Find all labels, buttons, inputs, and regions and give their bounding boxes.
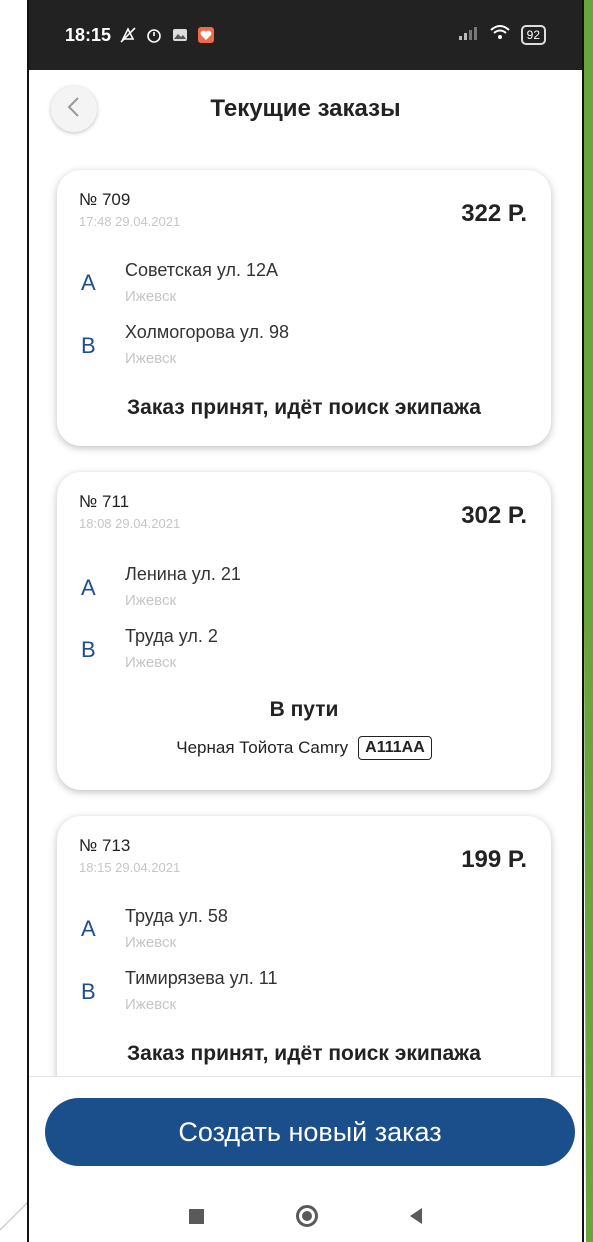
phone-screen: 18:15 92 Текущие заказы № 709 17:48 29.0… <box>27 0 584 1242</box>
pickup-street: Труда ул. 58 <box>125 906 228 926</box>
order-status: Заказ принят, идёт поиск экипажа <box>127 396 481 419</box>
page-title: Текущие заказы <box>210 95 401 122</box>
point-b-marker: B <box>81 637 96 662</box>
recent-apps-icon[interactable] <box>189 1208 204 1224</box>
pickup-city: Ижевск <box>125 934 177 951</box>
point-b-marker: B <box>81 333 96 358</box>
order-price: 302 Р. <box>461 502 527 529</box>
chevron-left-icon <box>65 96 83 123</box>
dropoff-street: Труда ул. 2 <box>125 626 218 646</box>
dropoff-city: Ижевск <box>125 996 177 1013</box>
order-datetime: 18:08 29.04.2021 <box>79 516 181 531</box>
car-description: Черная Тойота Camry <box>176 738 349 757</box>
pickup-city: Ижевск <box>125 288 177 305</box>
order-card[interactable]: № 711 18:08 29.04.2021 302 Р. A Ленина у… <box>57 472 551 790</box>
point-a-marker: A <box>81 270 96 295</box>
order-card[interactable]: № 713 18:15 29.04.2021 199 Р. A Труда ул… <box>57 816 551 1116</box>
status-bar: 18:15 92 <box>29 0 582 70</box>
signal-icon <box>457 25 479 46</box>
alarm-icon <box>145 26 163 44</box>
order-card[interactable]: № 709 17:48 29.04.2021 322 Р. A Советска… <box>57 170 551 446</box>
point-b-marker: B <box>81 979 96 1004</box>
point-a-marker: A <box>81 916 96 941</box>
gallery-icon <box>171 26 189 44</box>
license-plate: А111АА <box>358 736 432 760</box>
heart-app-icon <box>197 26 215 44</box>
dropoff-city: Ижевск <box>125 654 177 671</box>
notifications-off-icon <box>119 26 137 44</box>
bottom-divider <box>29 1076 582 1077</box>
create-order-button[interactable]: Создать новый заказ <box>45 1098 575 1166</box>
status-time: 18:15 <box>65 24 112 45</box>
dropoff-city: Ижевск <box>125 350 177 367</box>
order-price: 322 Р. <box>461 200 527 227</box>
car-info: Черная Тойота Camry А111АА <box>57 736 551 760</box>
order-status: В пути <box>269 698 339 721</box>
dropoff-street: Тимирязева ул. 11 <box>125 968 278 988</box>
pickup-street: Советская ул. 12А <box>125 260 278 280</box>
order-price: 199 Р. <box>461 846 527 873</box>
app-header: Текущие заказы <box>29 70 582 160</box>
order-datetime: 17:48 29.04.2021 <box>79 214 181 229</box>
home-icon[interactable] <box>296 1205 318 1227</box>
order-datetime: 18:15 29.04.2021 <box>79 860 181 875</box>
point-a-marker: A <box>81 575 96 600</box>
order-number: № 713 <box>79 836 131 855</box>
back-button[interactable] <box>51 86 97 132</box>
battery-level: 92 <box>526 28 540 42</box>
dropoff-street: Холмогорова ул. 98 <box>125 322 290 342</box>
wifi-icon <box>489 24 511 47</box>
battery-icon: 92 <box>520 25 546 45</box>
navigation-bar <box>29 1190 582 1242</box>
order-number: № 711 <box>79 492 130 511</box>
order-status: Заказ принят, идёт поиск экипажа <box>127 1042 481 1065</box>
back-triangle-icon[interactable] <box>410 1208 422 1224</box>
pickup-street: Ленина ул. 21 <box>125 564 241 584</box>
order-number: № 709 <box>79 190 131 209</box>
pickup-city: Ижевск <box>125 592 177 609</box>
